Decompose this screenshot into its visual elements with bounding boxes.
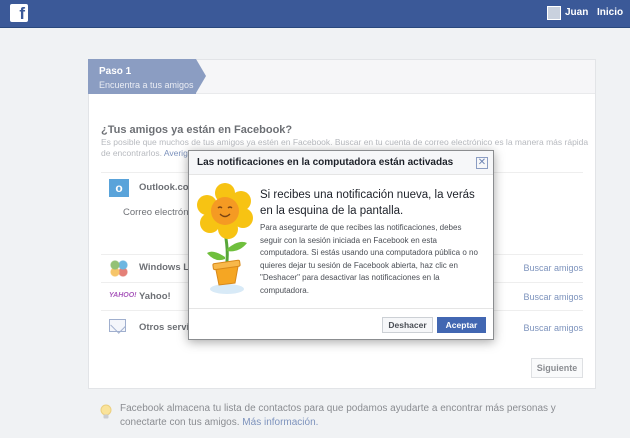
dialog-body-text: Para asegurarte de que recibes las notif… xyxy=(260,223,478,295)
profile-name-link[interactable]: Juan xyxy=(565,7,588,18)
home-link[interactable]: Inicio xyxy=(597,7,623,18)
desktop-notifications-dialog: Las notificaciones en la computadora est… xyxy=(188,150,494,340)
dialog-header: Las notificaciones en la computadora est… xyxy=(189,151,493,175)
dialog-footer: Deshacer Aceptar xyxy=(189,308,493,339)
top-navigation-bar: f Juan Inicio xyxy=(0,0,630,28)
undo-button[interactable]: Deshacer xyxy=(382,317,433,333)
flower-illustration-icon xyxy=(197,183,253,294)
facebook-logo-icon[interactable]: f xyxy=(10,4,28,22)
dialog-lead-text: Si recibes una notificación nueva, la ve… xyxy=(260,189,475,217)
dialog-title: Las notificaciones en la computadora est… xyxy=(197,157,454,168)
close-icon[interactable]: ✕ xyxy=(476,157,488,169)
profile-avatar[interactable] xyxy=(547,6,561,20)
accept-button[interactable]: Aceptar xyxy=(437,317,486,333)
